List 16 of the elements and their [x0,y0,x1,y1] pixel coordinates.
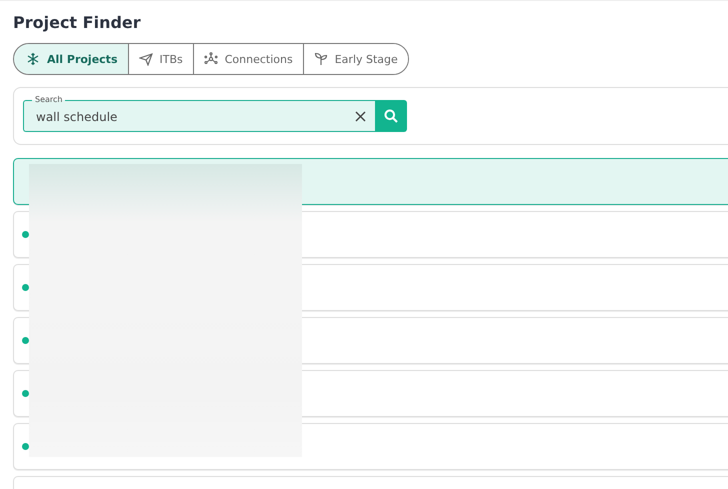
search-label: Search [32,95,66,105]
filter-tab[interactable]: All Projects [14,44,128,74]
search-button[interactable] [375,100,407,132]
filter-tab[interactable]: Early Stage [302,44,408,74]
status-dot [22,337,29,344]
network-icon [204,52,218,66]
sprout-icon [314,52,328,66]
paper-plane-icon [138,52,152,66]
status-dot [22,231,29,238]
snowflake-icon [26,52,40,66]
status-dot [22,284,29,291]
page-title: Project Finder [13,13,142,32]
status-dot [22,390,29,397]
status-dot [22,443,29,450]
search-icon [384,109,398,123]
clear-icon[interactable] [355,111,366,122]
